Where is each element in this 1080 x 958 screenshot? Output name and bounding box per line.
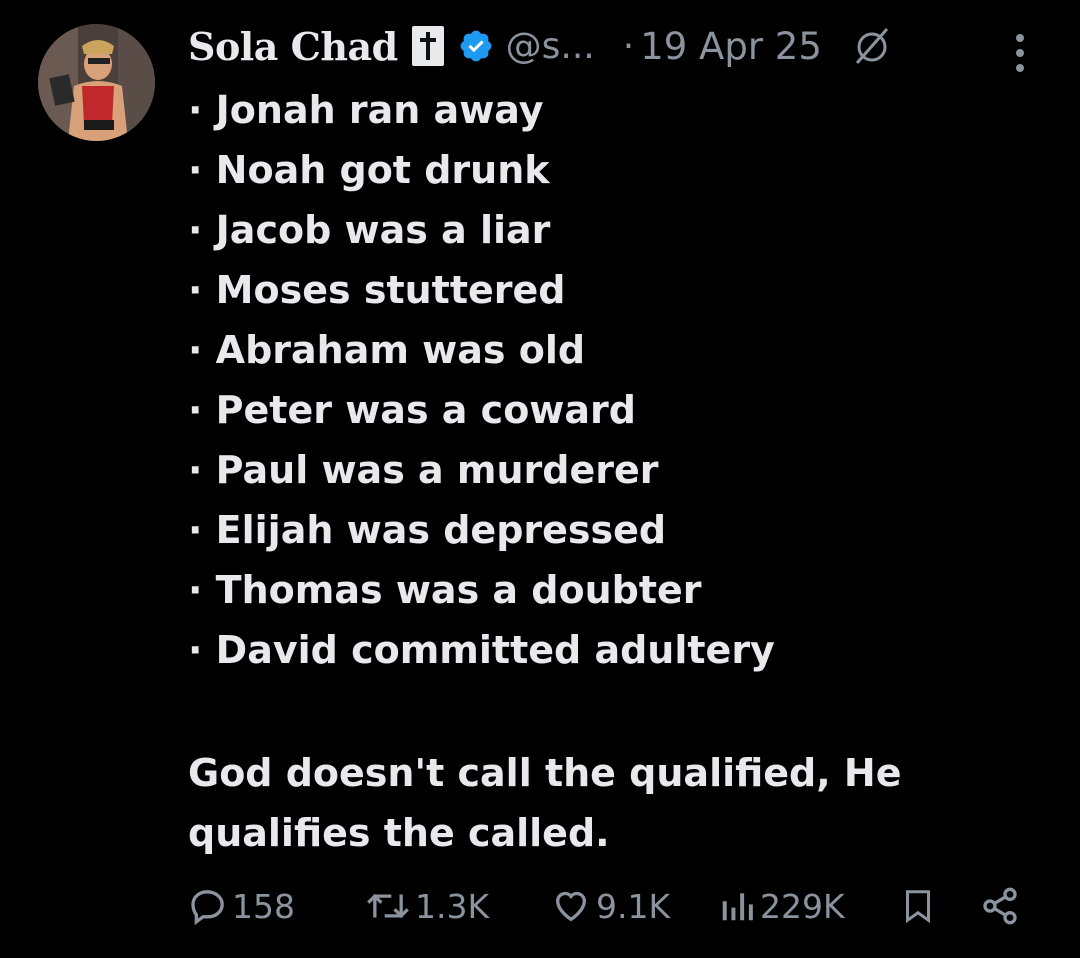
grok-icon[interactable]	[852, 26, 892, 66]
tweet-header: Sola Chad @s... · 19 Apr 25	[188, 18, 1040, 74]
tweet-list: · Jonah ran away · Noah got drunk · Jaco…	[188, 80, 1048, 680]
bookmark-button[interactable]	[900, 886, 936, 926]
like-button[interactable]: 9.1K	[550, 886, 670, 926]
reply-button[interactable]: 158	[188, 886, 295, 926]
repost-icon	[367, 893, 409, 919]
like-count: 9.1K	[596, 886, 671, 926]
tweet-date[interactable]: 19 Apr 25	[640, 25, 822, 68]
list-item: · Thomas was a doubter	[188, 568, 702, 612]
share-icon	[983, 887, 1017, 925]
list-item: · Jacob was a liar	[188, 208, 551, 252]
separator-dot: ·	[622, 25, 635, 67]
author-name[interactable]: Sola Chad	[188, 24, 398, 69]
list-item: · Moses stuttered	[188, 268, 566, 312]
views-button[interactable]: 229K	[718, 886, 845, 926]
share-button[interactable]	[980, 886, 1020, 926]
list-item: · Noah got drunk	[188, 148, 550, 192]
views-count: 229K	[760, 886, 845, 926]
verified-badge-icon[interactable]	[458, 28, 494, 64]
action-bar: 158 1.3K 9.1K 229K	[188, 878, 1028, 934]
list-item: · Jonah ran away	[188, 88, 544, 132]
tweet-text: · Jonah ran away · Noah got drunk · Jaco…	[188, 80, 1048, 863]
heart-icon	[555, 891, 587, 922]
list-item: · Peter was a coward	[188, 388, 636, 432]
list-item: · Elijah was depressed	[188, 508, 667, 552]
repost-count: 1.3K	[415, 886, 490, 926]
repost-button[interactable]: 1.3K	[365, 886, 489, 926]
closing-line: qualifies the called.	[188, 811, 610, 855]
author-handle[interactable]: @s...	[506, 26, 595, 67]
reply-icon	[191, 890, 224, 926]
avatar[interactable]	[38, 24, 155, 141]
list-item: · Abraham was old	[188, 328, 586, 372]
closing-statement: God doesn't call the qualified, He quali…	[188, 743, 1048, 863]
bookmark-icon	[906, 890, 930, 924]
list-item: · Paul was a murderer	[188, 448, 659, 492]
reply-count: 158	[232, 886, 295, 926]
closing-line: God doesn't call the qualified, He	[188, 751, 902, 795]
list-item: · David committed adultery	[188, 628, 775, 672]
cross-badge-icon	[411, 26, 444, 66]
views-icon	[722, 893, 753, 921]
